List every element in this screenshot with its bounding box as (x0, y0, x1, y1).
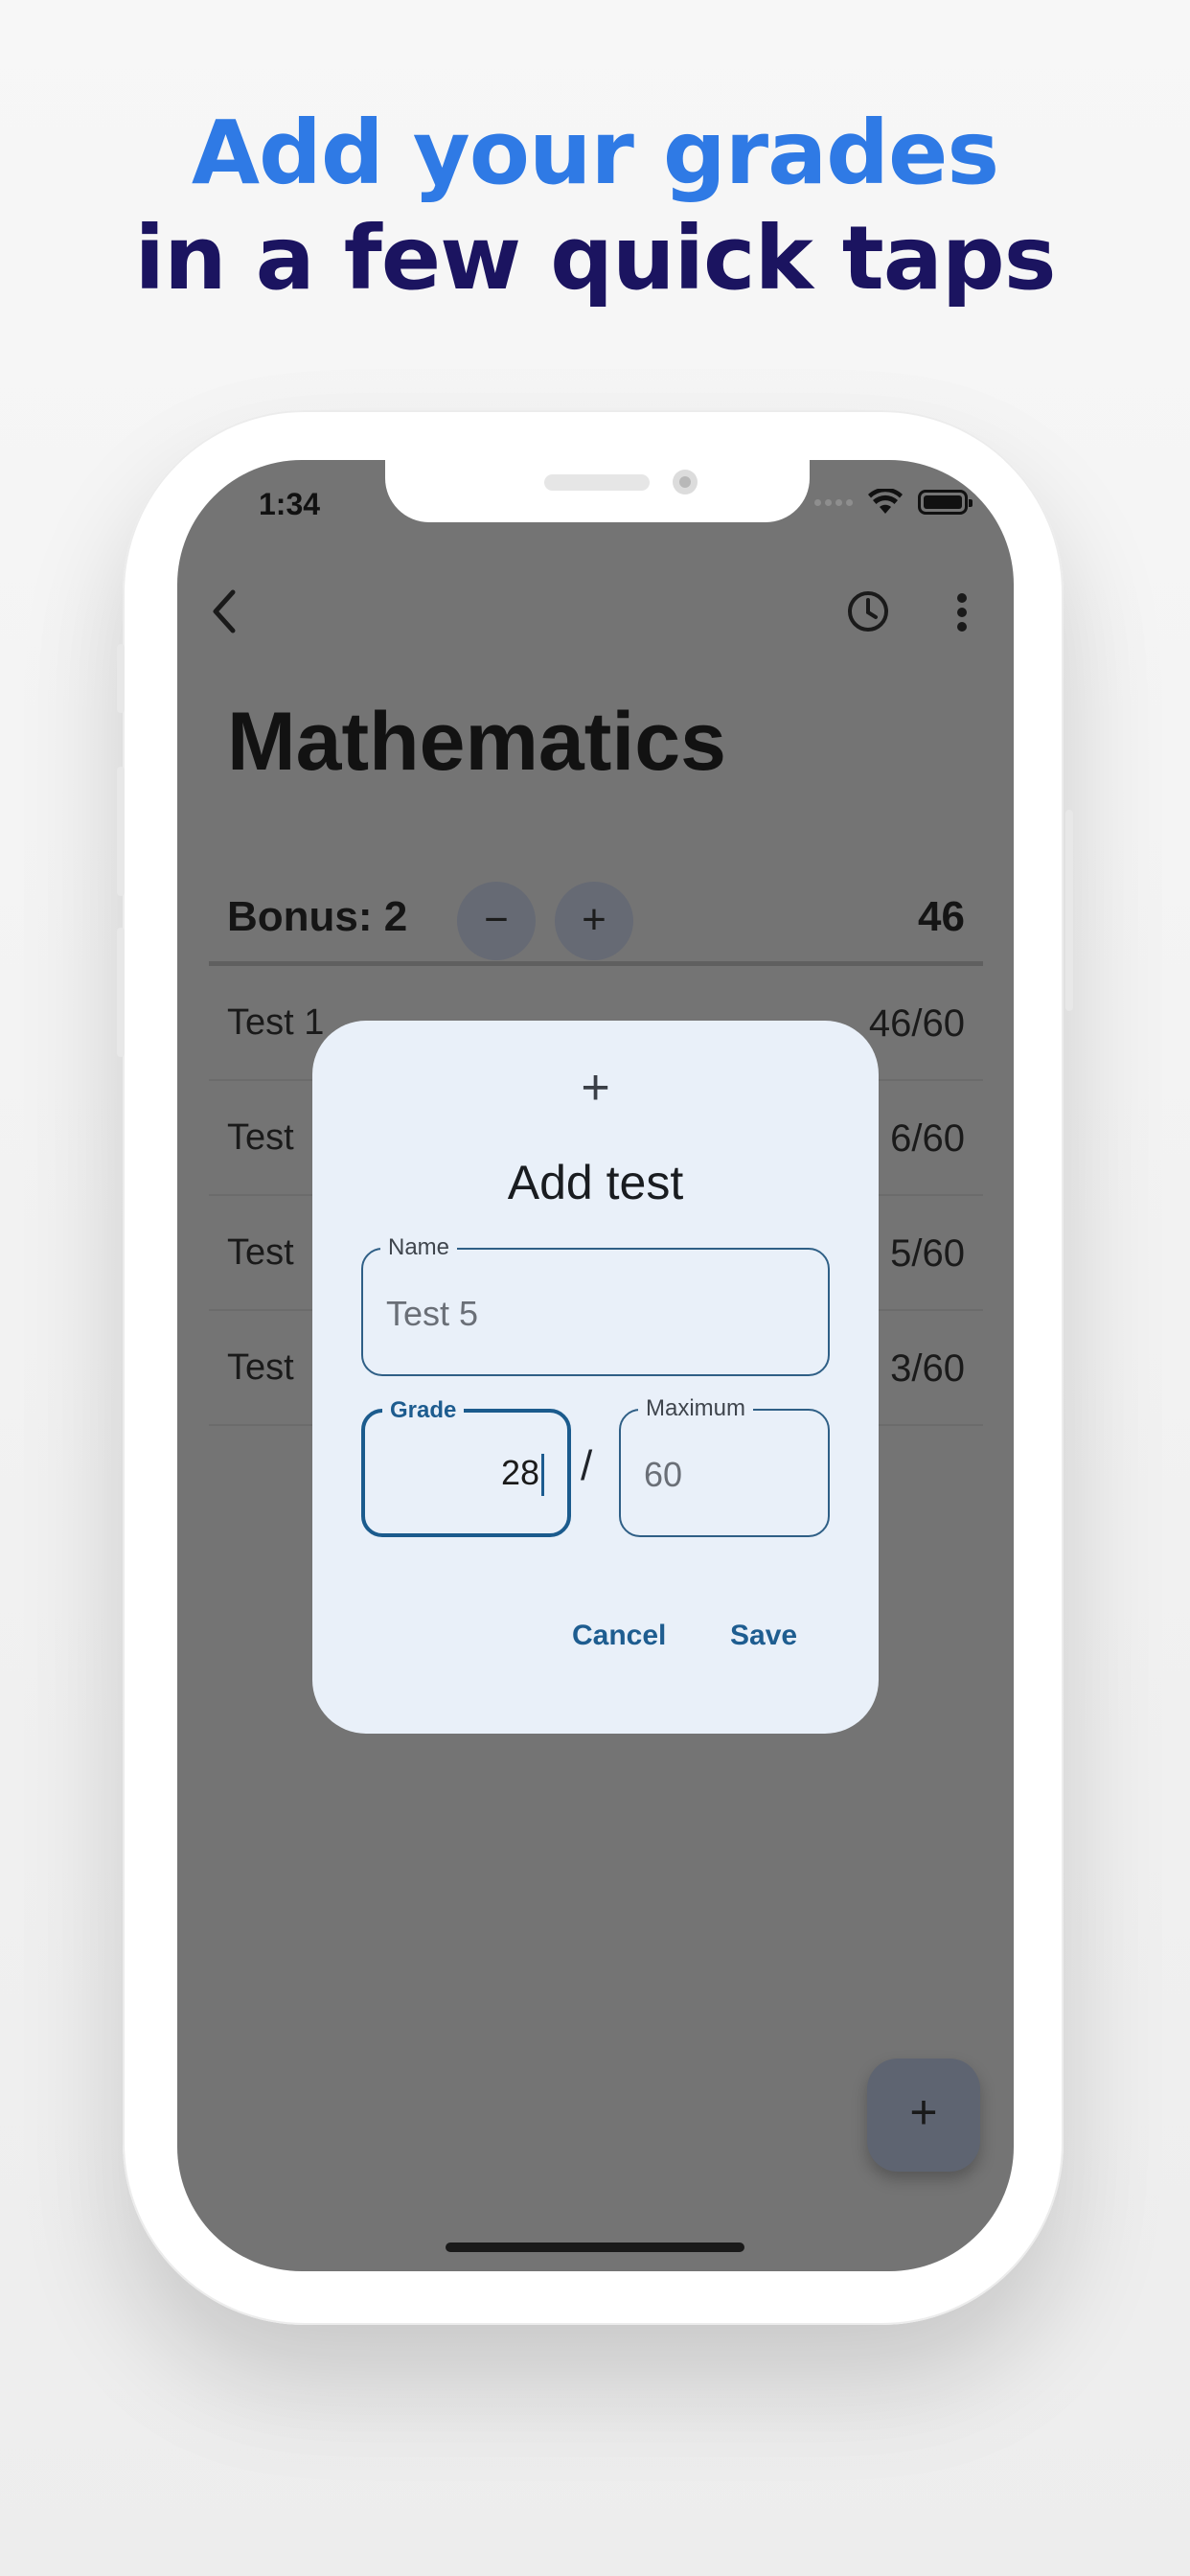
volume-down-button (117, 928, 125, 1057)
test-score: 6/60 (890, 1117, 965, 1160)
headline-line-2: in a few quick taps (134, 207, 1057, 310)
dialog-title: Add test (507, 1156, 684, 1209)
name-field-value: Test 5 (386, 1294, 479, 1333)
camera (673, 470, 698, 494)
headline-line-1: Add your grades (191, 102, 999, 204)
test-score: 5/60 (890, 1232, 965, 1275)
grade-separator: / (581, 1442, 593, 1489)
test-name: Test (227, 1347, 294, 1388)
bonus-label: Bonus: 2 (227, 893, 408, 940)
bonus-decrease-button[interactable]: − (457, 882, 536, 960)
test-name: Test 1 (227, 1002, 325, 1043)
history-clock-icon[interactable] (846, 589, 890, 633)
grade-field[interactable]: Grade 28 (361, 1397, 571, 1537)
bonus-increase-button[interactable]: + (555, 882, 633, 960)
maximum-field[interactable]: Maximum 60 (619, 1395, 830, 1537)
add-test-dialog: + Add test Name Test 5 Grade 28 / Maximu… (312, 1021, 879, 1734)
status-time: 1:34 (259, 487, 321, 521)
volume-up-button (117, 767, 125, 896)
headline: Add your grades in a few quick taps (0, 101, 1190, 311)
page-title: Mathematics (227, 696, 726, 788)
grade-field-value: 28 (500, 1453, 544, 1497)
grade-value-text: 28 (500, 1453, 539, 1492)
battery-icon (918, 490, 973, 515)
silent-switch (117, 644, 125, 713)
save-button[interactable]: Save (730, 1620, 797, 1652)
test-score: 46/60 (868, 1002, 965, 1045)
more-vert-icon[interactable] (955, 592, 969, 632)
maximum-field-value: 60 (644, 1455, 683, 1494)
name-field[interactable]: Name Test 5 (361, 1234, 830, 1376)
bonus-row: Bonus: 2 − + 46 (227, 882, 965, 960)
power-button (1065, 810, 1073, 1011)
add-test-fab[interactable]: + (867, 2058, 980, 2172)
cancel-button[interactable]: Cancel (572, 1620, 666, 1652)
phone-screen: 1:34 Mathematics Bonus: 2 − + 46 Test 1 … (177, 460, 1014, 2271)
maximum-field-label: Maximum (638, 1395, 754, 1422)
text-caret (541, 1454, 544, 1497)
notch (385, 460, 810, 522)
speaker (544, 474, 650, 491)
add-icon: + (581, 1060, 610, 1116)
test-name: Test (227, 1117, 294, 1158)
wifi-icon (868, 489, 903, 514)
grade-field-label: Grade (382, 1397, 465, 1424)
name-field-label: Name (380, 1234, 458, 1261)
back-arrow-icon[interactable] (206, 587, 244, 635)
total-grade: 46 (918, 893, 965, 940)
test-score: 3/60 (890, 1347, 965, 1390)
home-indicator[interactable] (446, 2242, 744, 2252)
status-icons (814, 489, 973, 516)
test-name: Test (227, 1232, 294, 1273)
cellular-icon (814, 498, 853, 506)
